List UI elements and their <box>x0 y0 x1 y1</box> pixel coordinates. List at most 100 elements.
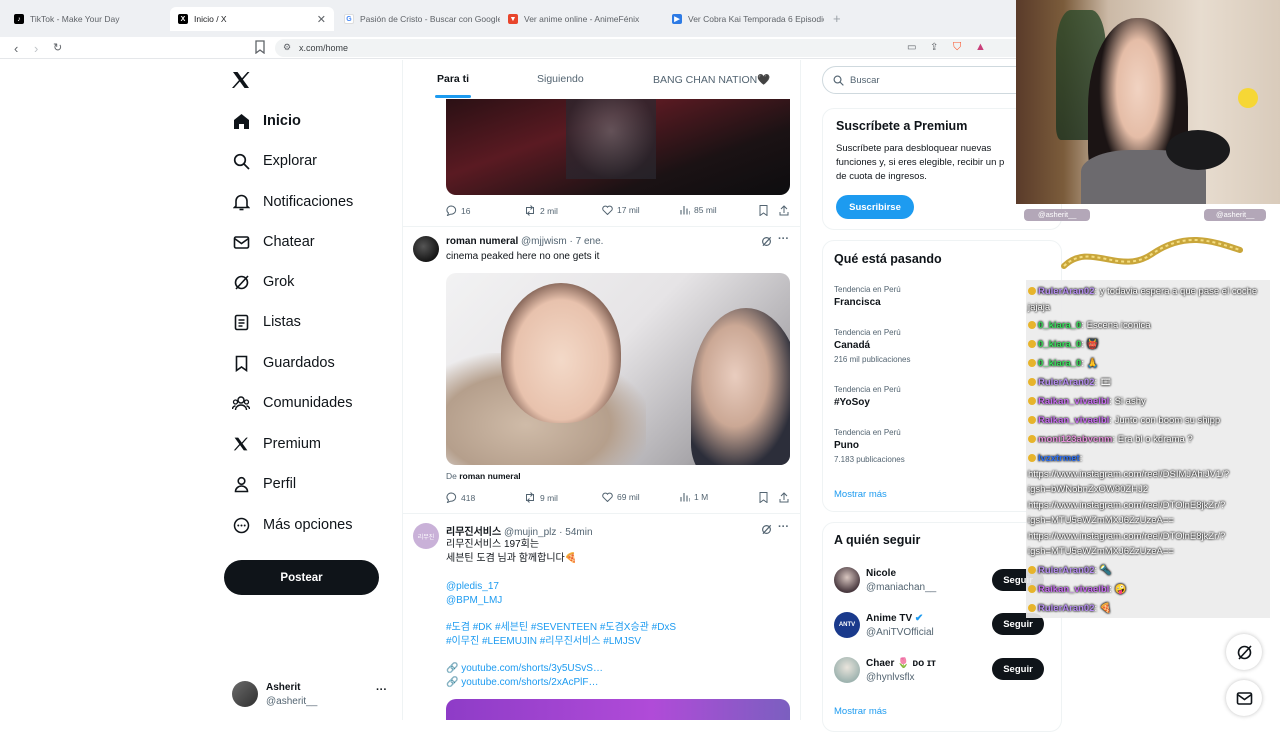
x-logo-icon[interactable] <box>231 70 251 90</box>
post-media[interactable] <box>446 273 790 465</box>
browser-tab[interactable]: G Pasión de Cristo - Buscar con Google <box>336 7 500 31</box>
trend-item[interactable]: Tendencia en Perú Francisca <box>834 285 901 308</box>
chat-username[interactable]: 0_kiara_0 <box>1038 358 1081 369</box>
views-button[interactable]: 1 M <box>680 492 708 502</box>
post-time[interactable]: · 54min <box>559 527 592 538</box>
post-media[interactable] <box>446 99 790 195</box>
chat-username[interactable]: RulerAran02 <box>1038 603 1095 614</box>
follow-name[interactable]: Nicole <box>866 568 896 579</box>
chat-username[interactable]: 0_kiara_0 <box>1038 339 1081 350</box>
post-author-handle[interactable]: @mjjwism <box>521 236 567 247</box>
repost-button[interactable]: 9 mil <box>524 492 558 503</box>
share-icon[interactable]: ⇪ <box>930 42 938 53</box>
site-info-icon[interactable]: ⚙ <box>283 42 291 53</box>
more-icon[interactable]: ··· <box>778 521 789 533</box>
chat-username[interactable]: RulerAran02 <box>1038 377 1095 388</box>
follow-name[interactable]: Chaer 🌷 ᴅᴏ ɪᴛ <box>866 658 936 669</box>
chat-badge-icon <box>1028 604 1036 612</box>
sidebar-item-guardados[interactable]: Guardados <box>232 349 335 377</box>
chat-username[interactable]: moni123abvcnm <box>1038 434 1112 445</box>
sidebar-item-chatear[interactable]: Chatear <box>232 228 315 256</box>
grok-icon[interactable] <box>761 524 772 535</box>
mention-link[interactable]: @pledis_17 <box>446 580 502 594</box>
brave-shield-icon[interactable]: ⛉ <box>953 41 961 54</box>
sidebar-item-explorar[interactable]: Explorar <box>232 147 317 175</box>
reply-button[interactable]: 418 <box>446 492 475 503</box>
avatar[interactable] <box>834 657 860 683</box>
follow-name[interactable]: Anime TV ✔ <box>866 613 923 624</box>
sidebar-item-premium[interactable]: Premium <box>232 430 321 458</box>
avatar[interactable]: ANTV <box>834 612 860 638</box>
chat-username[interactable]: lvzxtrmet <box>1038 453 1080 464</box>
hashtag-link[interactable]: #도겸 #DK #세븐틴 #SEVENTEEN #도겸X승관 #DxS <box>446 621 676 635</box>
chat-username[interactable]: Raikan_vivaelbl <box>1038 415 1109 426</box>
post-media[interactable] <box>446 699 790 720</box>
chat-username[interactable]: Raikan_vivaelbl <box>1038 584 1109 595</box>
show-more-link[interactable]: Mostrar más <box>834 706 887 717</box>
cast-icon[interactable]: ▭ <box>907 42 916 53</box>
account-switcher[interactable]: Asherit @asherit__ ··· <box>232 681 392 711</box>
avatar[interactable] <box>413 236 439 262</box>
sidebar-item-grok[interactable]: Grok <box>232 268 294 296</box>
like-button[interactable]: 69 mil <box>602 492 640 502</box>
bookmark-page-icon[interactable] <box>254 40 266 54</box>
share-button[interactable] <box>779 205 789 216</box>
follow-handle: @hynlvsflx <box>866 672 915 683</box>
bookmark-button[interactable] <box>759 205 768 216</box>
trend-item[interactable]: Tendencia en Perú #YoSoy <box>834 385 901 408</box>
like-button[interactable]: 17 mil <box>602 205 640 215</box>
post-author-name[interactable]: roman numeral <box>446 236 518 247</box>
tab-para-ti[interactable]: Para ti <box>437 73 469 85</box>
url-bar[interactable]: ⚙ x.com/home ▭ ⇪ ⛉ ▲ <box>275 39 1016 57</box>
chat-username[interactable]: 0_kiara_0 <box>1038 320 1081 331</box>
grok-icon[interactable] <box>761 236 772 247</box>
more-icon[interactable]: ··· <box>778 233 789 245</box>
trend-item[interactable]: Tendencia en Perú Puno 7.183 publicacion… <box>834 428 905 464</box>
avatar[interactable]: 리무진 <box>413 523 439 549</box>
back-arrow-icon[interactable]: ‹ <box>14 41 18 56</box>
post-time[interactable]: · 7 ene. <box>570 236 604 247</box>
chat-username[interactable]: RulerAran02 <box>1038 565 1095 576</box>
follow-button[interactable]: Seguir <box>992 658 1044 680</box>
brave-rewards-icon[interactable]: ▲ <box>975 41 986 53</box>
hashtag-link[interactable]: #이무진 #LEEMUJIN #리무진서비스 #LMJSV <box>446 635 676 649</box>
post-author-name[interactable]: 리무진서비스 <box>446 527 501 538</box>
browser-tab-active[interactable]: X Inicio / X ✕ <box>170 7 334 31</box>
mention-link[interactable]: @BPM_LMJ <box>446 594 502 608</box>
url-link[interactable]: youtube.com/shorts/3y5USvS… <box>461 663 603 674</box>
messages-fab[interactable] <box>1226 680 1262 716</box>
sidebar-item-inicio[interactable]: Inicio <box>232 107 301 135</box>
post-author-handle[interactable]: @mujin_plz <box>504 527 556 538</box>
chat-username[interactable]: Raikan_vivaelbl <box>1038 396 1109 407</box>
more-icon[interactable]: ··· <box>376 684 387 696</box>
share-button[interactable] <box>779 492 789 503</box>
grok-fab[interactable] <box>1226 634 1262 670</box>
post-button[interactable]: Postear <box>224 560 379 595</box>
microphone <box>1166 130 1230 170</box>
browser-tab[interactable]: ▶ Ver Cobra Kai Temporada 6 Episodio <box>664 7 824 31</box>
reload-icon[interactable]: ↻ <box>53 41 62 54</box>
sidebar-item-mas-opciones[interactable]: Más opciones <box>232 511 352 539</box>
browser-tab[interactable]: ▼ Ver anime online - AnimeFénix <box>500 7 664 31</box>
tab-siguiendo[interactable]: Siguiendo <box>537 73 584 85</box>
sidebar-item-comunidades[interactable]: Comunidades <box>232 389 352 417</box>
repost-button[interactable]: 2 mil <box>524 205 558 216</box>
tab-bang-chan-nation[interactable]: BANG CHAN NATION🖤 <box>653 73 770 86</box>
close-tab-icon[interactable]: ✕ <box>317 13 326 26</box>
url-link[interactable]: youtube.com/shorts/2xAcPlF… <box>461 677 598 688</box>
trend-item[interactable]: Tendencia en Perú Canadá 216 mil publica… <box>834 328 911 364</box>
new-tab-button[interactable]: + <box>833 11 841 26</box>
chat-username[interactable]: RulerAran02 <box>1038 286 1095 297</box>
avatar[interactable] <box>834 567 860 593</box>
bookmark-button[interactable] <box>759 492 768 503</box>
subscribe-button[interactable]: Suscribirse <box>836 195 914 219</box>
sidebar-item-perfil[interactable]: Perfil <box>232 470 296 498</box>
sidebar-item-listas[interactable]: Listas <box>232 308 301 336</box>
show-more-link[interactable]: Mostrar más <box>834 489 887 500</box>
browser-tab[interactable]: ♪ TikTok - Make Your Day <box>6 7 166 31</box>
views-button[interactable]: 85 mil <box>680 205 717 215</box>
reply-button[interactable]: 16 <box>446 205 470 216</box>
forward-arrow-icon[interactable]: › <box>34 41 38 56</box>
sidebar-item-notificaciones[interactable]: Notificaciones <box>232 188 353 216</box>
search-input[interactable]: Buscar <box>822 66 1022 94</box>
